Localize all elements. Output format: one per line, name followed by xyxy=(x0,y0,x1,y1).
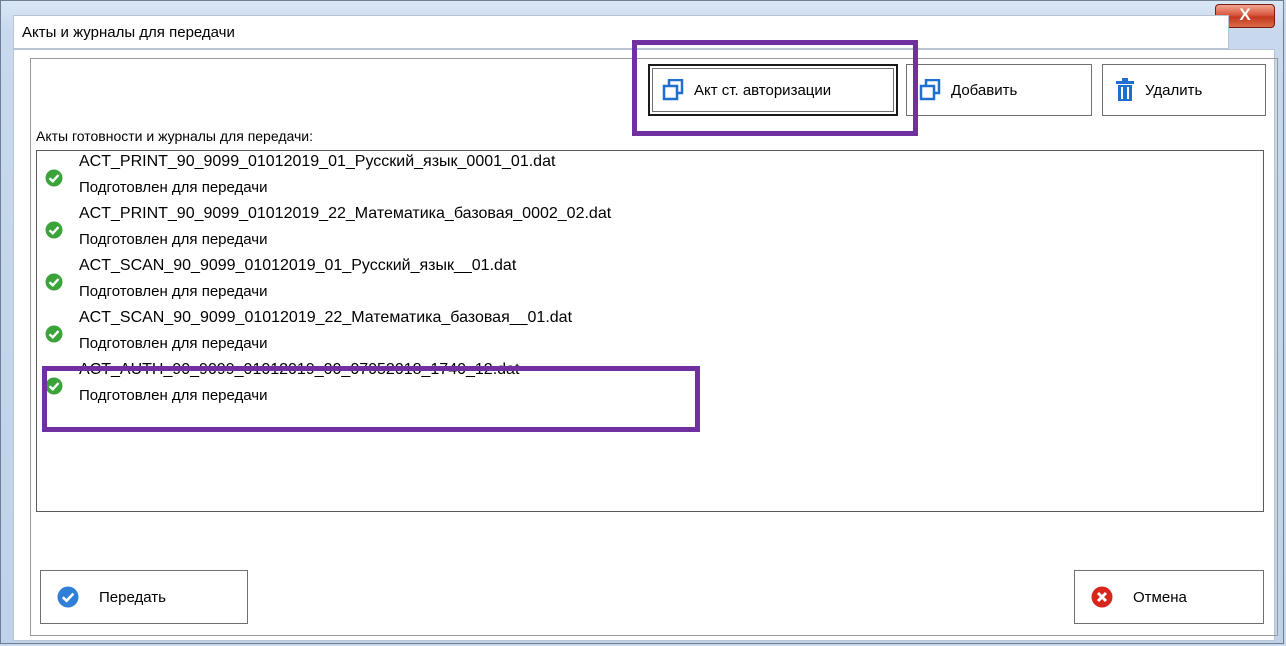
delete-label: Удалить xyxy=(1145,81,1203,99)
cancel-button[interactable]: Отмена xyxy=(1074,570,1264,624)
auth-act-button[interactable]: Акт ст. авторизации xyxy=(648,64,898,116)
check-circle-icon xyxy=(45,273,63,296)
file-name: ACT_SCAN_90_9099_01012019_22_Математика_… xyxy=(79,309,573,326)
file-status: Подготовлен для передачи xyxy=(79,179,268,196)
add-label: Добавить xyxy=(951,81,1018,99)
cancel-circle-icon xyxy=(1091,586,1113,608)
check-circle-icon xyxy=(57,586,79,608)
file-name: ACT_PRINT_90_9099_01012019_01_Русский_яз… xyxy=(79,153,556,170)
auth-act-label: Акт ст. авторизации xyxy=(694,81,832,99)
files-listbox[interactable]: ACT_PRINT_90_9099_01012019_01_Русский_яз… xyxy=(36,150,1264,512)
list-item[interactable]: ACT_SCAN_90_9099_01012019_01_Русский_язы… xyxy=(37,257,1263,309)
check-circle-icon xyxy=(45,169,63,192)
cancel-label: Отмена xyxy=(1133,588,1187,606)
file-name: ACT_SCAN_90_9099_01012019_01_Русский_язы… xyxy=(79,257,517,274)
send-button[interactable]: Передать xyxy=(40,570,248,624)
list-item[interactable]: ACT_AUTH_90_9099_01012019_00_07052018_17… xyxy=(37,361,1263,413)
trash-icon xyxy=(1115,78,1135,102)
file-status: Подготовлен для передачи xyxy=(79,335,268,352)
delete-button[interactable]: Удалить xyxy=(1102,64,1266,116)
dialog-window: X Акты и журналы для передачи Акт ст. ав… xyxy=(0,0,1284,644)
check-circle-icon xyxy=(45,377,63,400)
list-label: Акты готовности и журналы для передачи: xyxy=(36,128,313,144)
list-item[interactable]: ACT_PRINT_90_9099_01012019_01_Русский_яз… xyxy=(37,153,1263,205)
title-strip: Акты и журналы для передачи xyxy=(13,15,1229,49)
check-circle-icon xyxy=(45,221,63,244)
file-name: ACT_PRINT_90_9099_01012019_22_Математика… xyxy=(79,205,612,222)
check-circle-icon xyxy=(45,325,63,348)
add-button[interactable]: Добавить xyxy=(906,64,1092,116)
file-status: Подготовлен для передачи xyxy=(79,387,268,404)
send-label: Передать xyxy=(99,588,166,606)
copy-icon xyxy=(662,79,684,101)
dialog-title: Акты и журналы для передачи xyxy=(22,24,235,41)
file-status: Подготовлен для передачи xyxy=(79,283,268,300)
file-status: Подготовлен для передачи xyxy=(79,231,268,248)
dialog-body: Акт ст. авторизации Добавить Удалить Акт… xyxy=(13,40,1278,641)
copy-icon xyxy=(919,79,941,101)
list-item[interactable]: ACT_SCAN_90_9099_01012019_22_Математика_… xyxy=(37,309,1263,361)
file-name: ACT_AUTH_90_9099_01012019_00_07052018_17… xyxy=(79,361,520,378)
list-item[interactable]: ACT_PRINT_90_9099_01012019_22_Математика… xyxy=(37,205,1263,257)
